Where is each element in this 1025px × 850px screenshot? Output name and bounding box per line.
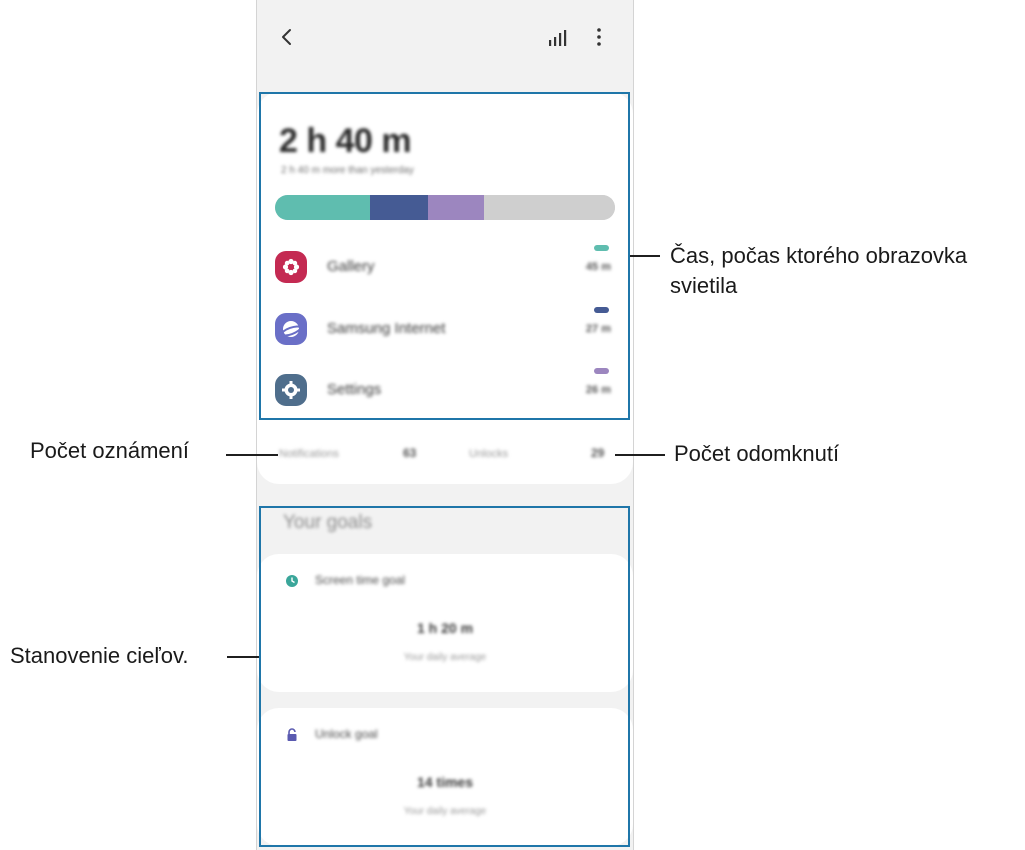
- callout-line-notifications: [226, 454, 278, 456]
- goals-highlight: [259, 506, 630, 847]
- callout-line-screen-time: [630, 255, 660, 257]
- stats-row: Notifications 63 Unlocks 29: [257, 440, 633, 470]
- notifications-count: 63: [403, 446, 417, 460]
- notifications-label: Notifications: [279, 448, 339, 460]
- more-options-icon[interactable]: [591, 26, 607, 48]
- unlocks-label: Unlocks: [469, 448, 509, 460]
- callout-goals: Stanovenie cieľov.: [10, 643, 189, 668]
- screen-time-highlight: [259, 92, 630, 420]
- unlocks-count: 29: [591, 446, 605, 460]
- callout-notifications: Počet oznámení: [30, 438, 189, 463]
- back-arrow-icon[interactable]: [279, 26, 295, 48]
- bar-chart-icon[interactable]: [547, 28, 571, 48]
- callout-line-unlocks: [615, 454, 665, 456]
- callout-screen-time: Čas, počas ktorého obrazovka svietila: [670, 243, 968, 298]
- app-bar: [257, 0, 633, 72]
- callout-unlocks: Počet odomknutí: [674, 441, 840, 466]
- callout-line-goals: [227, 656, 259, 658]
